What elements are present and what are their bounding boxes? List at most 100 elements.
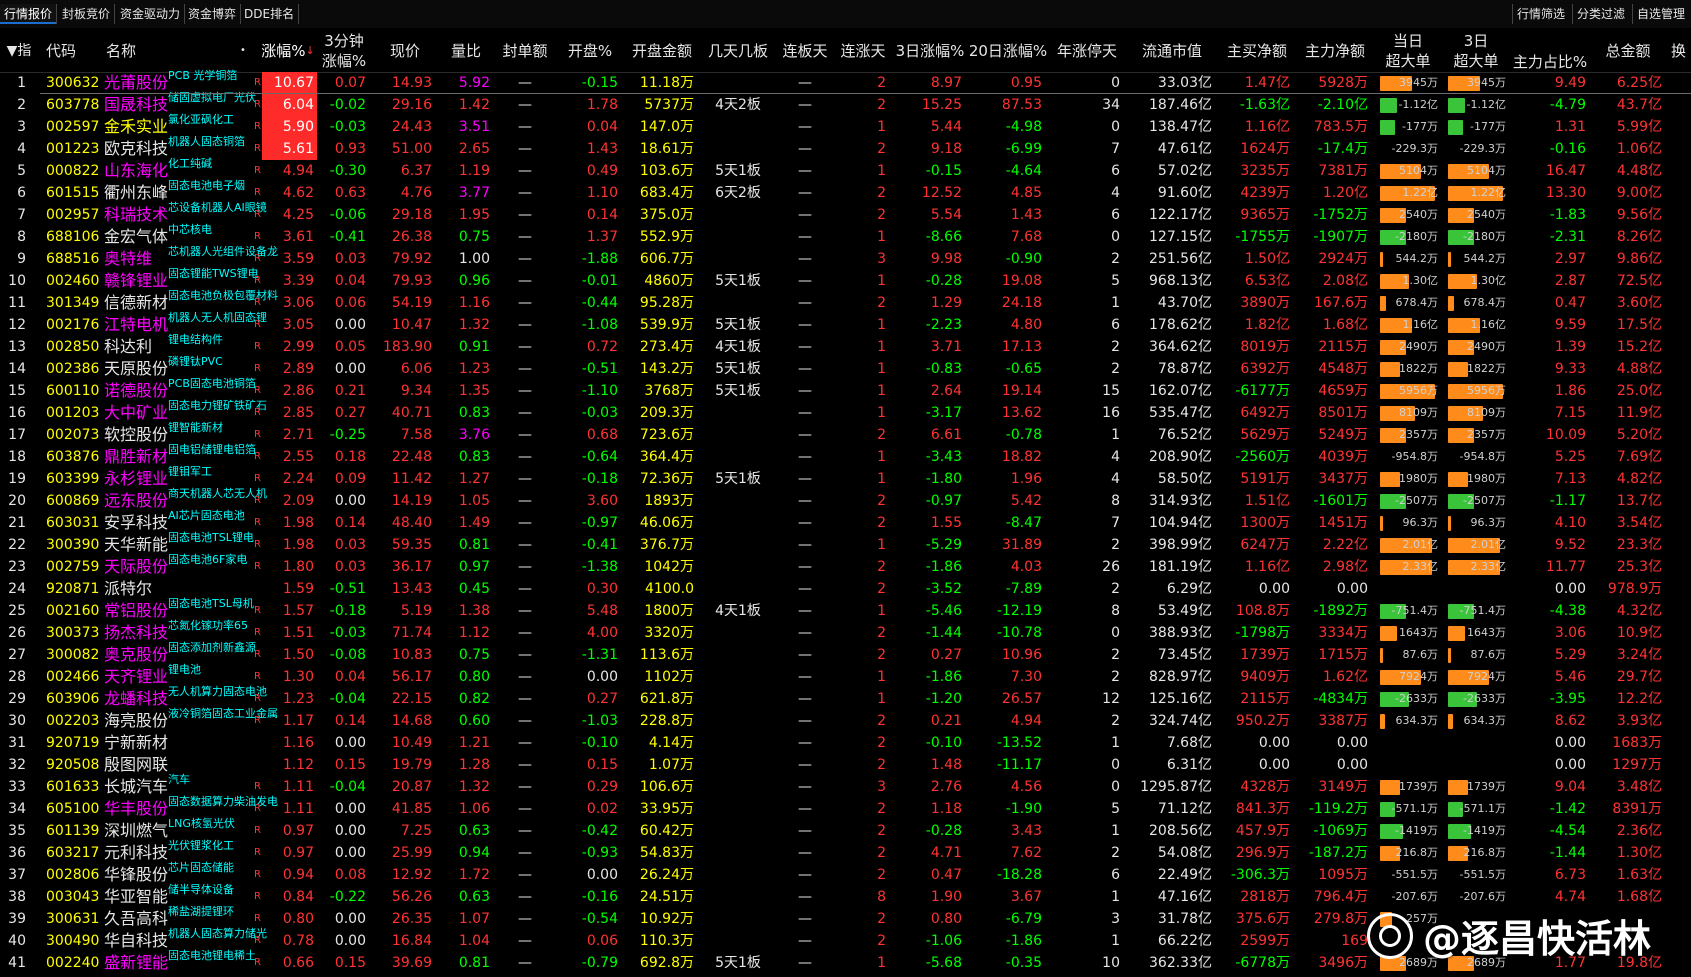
margin-r-badge: R xyxy=(254,451,261,462)
header-3min[interactable]: 3分钟 涨幅% xyxy=(316,28,372,72)
main-buy-net: 9365万 xyxy=(1240,207,1290,223)
total-amount: 1.63亿 xyxy=(1616,867,1662,883)
volume-ratio: 5.92 xyxy=(458,75,490,91)
header-index[interactable]: ▼指 xyxy=(0,28,38,72)
header-days-boards[interactable]: 几天几板 xyxy=(700,28,776,72)
main-net: -1601万 xyxy=(1313,493,1368,509)
table-row[interactable]: 20 600869 远东股份 商天机器人芯无人机 R 2.09 0.00 14.19 1.05 —… xyxy=(0,488,1691,512)
header-price[interactable]: 现价 xyxy=(372,28,438,72)
price: 19.79 xyxy=(391,757,432,773)
three-day-xl-bar xyxy=(1446,754,1510,776)
tab-fund-driver[interactable]: 资金驱动力 xyxy=(116,4,186,24)
table-row[interactable]: 30 002203 海亮股份 液冷铜箔固态工业金属 R 1.17 0.14 14.68 0.60… xyxy=(0,708,1691,732)
main-buy-net: 5629万 xyxy=(1240,427,1290,443)
header-year-limit[interactable]: 年涨停天 xyxy=(1048,28,1126,72)
stock-name: 诺德股份 xyxy=(104,381,169,400)
table-row[interactable]: 5 000822 山东海化 化工纯碱 R 4.94 -0.30 6.37 1.19 — 0.49 10… xyxy=(0,158,1691,182)
today-xl-bar: 1822万 xyxy=(1378,358,1442,380)
year-limit-days: 0 xyxy=(1111,119,1120,135)
row-index: 17 xyxy=(8,427,26,443)
today-xl-bar: 678.4万 xyxy=(1378,292,1442,314)
header-main-net[interactable]: 主力净额 xyxy=(1296,28,1374,72)
three-day-pct: -1.20 xyxy=(925,691,962,707)
table-row[interactable]: 36 603217 元利科技 光伏锂浆化工 R 0.97 0.00 25.99 0.94 — -0.… xyxy=(0,840,1691,864)
open-pct: -0.51 xyxy=(581,361,618,377)
twenty-day-pct: 18.82 xyxy=(1001,449,1042,465)
table-row[interactable]: 37 002806 华锋股份 芯片固态储能 R 0.94 0.08 12.92 1.72 — 0.0… xyxy=(0,862,1691,886)
header-mcap[interactable]: 流通市值 xyxy=(1126,28,1218,72)
header-seal[interactable]: 封单额 xyxy=(494,28,556,72)
concept-tag: 汽车 xyxy=(168,773,190,786)
seal-amount: — xyxy=(518,383,532,399)
today-xl-bar-fill xyxy=(1380,714,1385,729)
header-lb-days[interactable]: 连板天 xyxy=(776,28,834,72)
concept-tag: 芯设备机器人AI眼镜 xyxy=(168,201,267,214)
three-day-xl-bar: 2.33亿 xyxy=(1446,556,1510,578)
header-pct[interactable]: 涨幅% ↓ xyxy=(260,28,316,72)
twenty-day-pct: 4.94 xyxy=(1010,713,1042,729)
header-open-pct[interactable]: 开盘% xyxy=(556,28,624,72)
tab-dde-rank[interactable]: DDE排名 xyxy=(240,4,300,24)
today-xl-bar: -2180万 xyxy=(1378,226,1442,248)
stock-name: 奥特维 xyxy=(104,249,153,268)
table-row[interactable]: 38 003043 华亚智能 储半导体设备 R 0.84 -0.22 56.26 0.63 — -0… xyxy=(0,884,1691,908)
header-today-xl[interactable]: 当日 超大单 xyxy=(1374,28,1442,72)
price: 40.71 xyxy=(391,405,432,421)
category-filter-button[interactable]: 分类过滤 xyxy=(1572,4,1629,24)
header-3d-pct[interactable]: 3日涨幅% xyxy=(892,28,968,72)
stock-name: 常铝股份 xyxy=(104,601,169,620)
price: 26.35 xyxy=(391,911,432,927)
table-row[interactable]: 18 603876 鼎胜新材 固电铝储锂电铝箔 R 2.55 0.18 22.48 0.83 — -… xyxy=(0,444,1691,468)
filter-button[interactable]: 行情筛选 xyxy=(1512,4,1569,24)
header-lz-days[interactable]: 连涨天 xyxy=(834,28,892,72)
row-index: 3 xyxy=(17,119,26,135)
volume-ratio: 0.60 xyxy=(458,713,490,729)
header-main-ratio[interactable]: 主力占比% xyxy=(1510,50,1590,72)
lb-days: — xyxy=(798,933,812,949)
three-day-xl-bar: 1.16亿 xyxy=(1446,314,1510,336)
header-main-buy[interactable]: 主买净额 xyxy=(1218,28,1296,72)
tab-seal-bidding[interactable]: 封板竞价 xyxy=(58,4,116,24)
price: 6.37 xyxy=(400,163,432,179)
days-boards xyxy=(700,776,776,798)
table-row[interactable]: 22 300390 天华新能 固态电池TSL锂电 R 1.98 0.03 59.35 0.81 —… xyxy=(0,532,1691,556)
table-row[interactable]: 27 300082 奥克股份 固态添加剂新鑫源 R 1.50 -0.08 10.83 0.75 —… xyxy=(0,641,1691,666)
table-row[interactable]: 35 601139 深圳燃气 LNG核氢光伏 R 0.97 0.00 7.25 0.63 — -0.… xyxy=(0,818,1691,842)
table-row[interactable]: 16 001203 大中矿业 固态电力锂矿铁矿石 R 2.85 0.27 40.71 0.83 —… xyxy=(0,400,1691,424)
table-row[interactable]: 31 920719 宁新新材 1.16 0.00 10.49 1.21 — -0.10 4.14万… xyxy=(0,732,1691,754)
watchlist-manage-button[interactable]: 自选管理 xyxy=(1632,4,1689,24)
table-row[interactable]: 13 002850 科达利 锂电结构件 R 2.99 0.05 183.90 0.91 — 0.72… xyxy=(0,334,1691,358)
table-row[interactable]: 3 002597 金禾实业 氯化亚砜化工 R 5.90 -0.03 24.43 3.51 — 0.0… xyxy=(0,114,1691,138)
open-pct: 0.02 xyxy=(586,801,618,817)
table-row[interactable]: 12 002176 江特电机 机器人无人机固态锂 R 3.05 0.00 10.47 1.32 —… xyxy=(0,312,1691,336)
main-net: 2.98亿 xyxy=(1322,559,1368,575)
tab-fund-game[interactable]: 资金博弈 xyxy=(184,4,242,24)
table-row[interactable]: 25 002160 常铝股份 固态电池TSL母机 R 1.57 -0.18 5.19 1.38 —… xyxy=(0,598,1691,622)
table-row[interactable]: 4 001223 欧克科技 机器人固态铜箔 R 5.61 0.93 51.00 2.65 — 1.4… xyxy=(0,136,1691,160)
price: 26.38 xyxy=(391,229,432,245)
table-row[interactable]: 23 002759 天际股份 固态电池6F家电 R 1.80 0.03 36.17 0.97 — -… xyxy=(0,554,1691,578)
table-row[interactable]: 32 920508 殷图网联 1.12 0.15 19.79 1.28 — 0.15 1.07万 —… xyxy=(0,754,1691,776)
main-net: 3496万 xyxy=(1318,955,1368,971)
header-more[interactable]: 换 xyxy=(1666,28,1691,72)
header-name[interactable]: 名称 xyxy=(100,28,250,72)
header-open-amt[interactable]: 开盘金额 xyxy=(624,28,700,72)
table-row[interactable]: 7 002957 科瑞技术 芯设备机器人AI眼镜 R 4.25 -0.06 29.18 1.95… xyxy=(0,201,1691,226)
lz-days: 2 xyxy=(877,757,886,773)
lb-days: — xyxy=(798,889,812,905)
tab-quotes[interactable]: 行情报价 xyxy=(0,4,58,24)
concept-tag: 固态添加剂新鑫源 xyxy=(168,641,256,654)
header-code[interactable]: 代码 xyxy=(38,28,100,72)
main-ratio: 7.15 xyxy=(1554,405,1586,421)
header-20d-pct[interactable]: 20日涨幅% xyxy=(968,28,1048,72)
header-total-amt[interactable]: 总金额 xyxy=(1590,28,1666,72)
twenty-day-pct: 3.43 xyxy=(1010,823,1042,839)
table-row[interactable]: 2 603778 国晟科技 储固虚拟电厂光伏 R 6.04 -0.02 29.16 1.42—1… xyxy=(0,92,1691,116)
main-net: -1892万 xyxy=(1313,603,1368,619)
stock-code: 300490 xyxy=(46,933,100,949)
margin-r-badge: R xyxy=(254,121,261,132)
main-net: -4834万 xyxy=(1313,691,1368,707)
header-3d-xl[interactable]: 3日 超大单 xyxy=(1442,28,1510,72)
table-row[interactable]: 34 605100 华丰股份 固态数据算力柴油发电 R 1.11 0.00 41.85 1.06… xyxy=(0,796,1691,820)
header-vol-ratio[interactable]: 量比 xyxy=(438,28,494,72)
